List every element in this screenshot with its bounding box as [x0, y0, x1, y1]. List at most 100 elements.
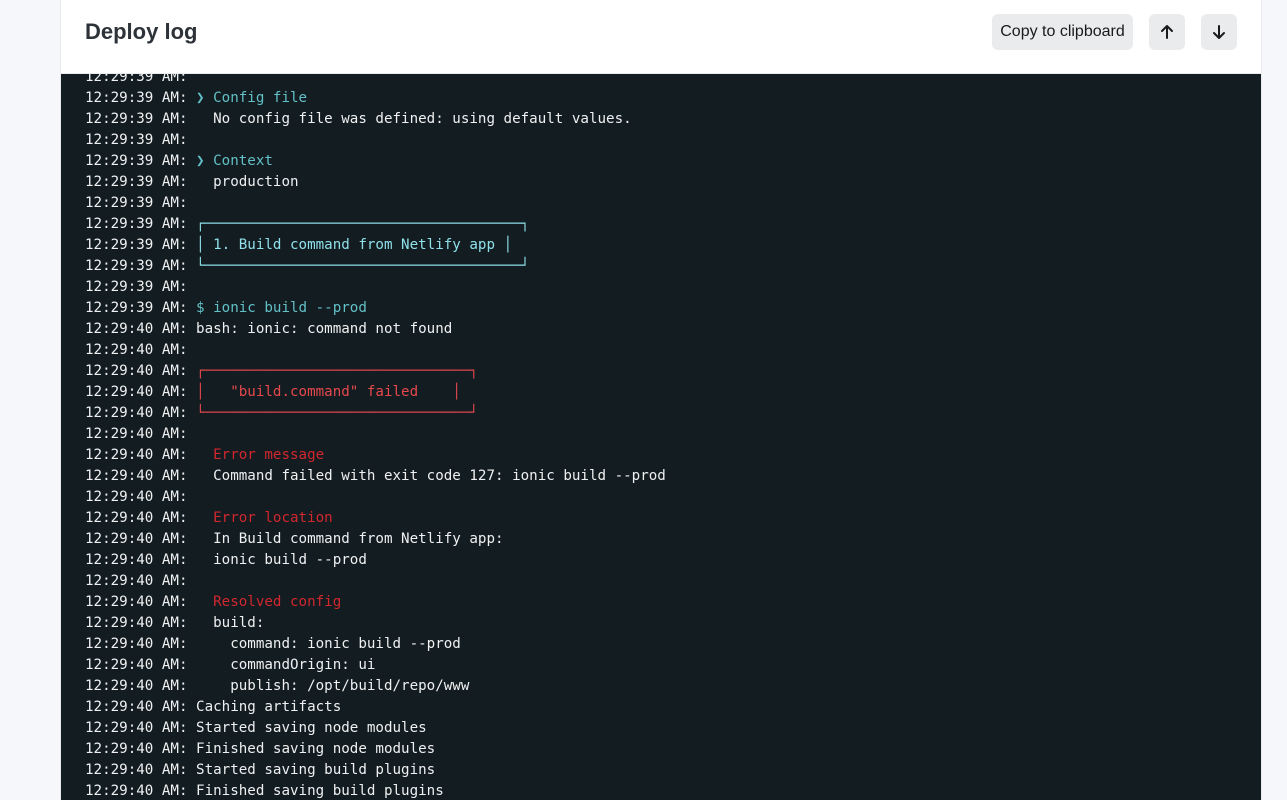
log-timestamp: 12:29:39 AM: [85, 90, 188, 106]
log-line: 12:29:40 AM: build: [85, 613, 666, 634]
log-timestamp: 12:29:39 AM: [85, 216, 188, 232]
log-timestamp: 12:29:40 AM: [85, 510, 188, 526]
log-line: 12:29:40 AM: publish: /opt/build/repo/ww… [85, 676, 666, 697]
log-message: Finished saving node modules [196, 741, 436, 757]
log-message: Finished saving build plugins [196, 783, 444, 799]
log-line: 12:29:40 AM: [85, 487, 666, 508]
log-timestamp: 12:29:40 AM: [85, 720, 188, 736]
log-message: ❯ Config file [196, 90, 308, 106]
log-timestamp: 12:29:40 AM: [85, 384, 188, 400]
log-timestamp: 12:29:40 AM: [85, 762, 188, 778]
log-line: 12:29:39 AM: production [85, 172, 666, 193]
log-line: 12:29:40 AM: ┌──────────────────────────… [85, 361, 666, 382]
log-message: In Build command from Netlify app: [196, 531, 504, 547]
log-line: 12:29:40 AM: Command failed with exit co… [85, 466, 666, 487]
log-timestamp: 12:29:39 AM: [85, 132, 188, 148]
log-line: 12:29:40 AM: ionic build --prod [85, 550, 666, 571]
log-line: 12:29:39 AM: ┌──────────────────────────… [85, 214, 666, 235]
log-line: 12:29:40 AM: Caching artifacts [85, 697, 666, 718]
log-message: No config file was defined: using defaul… [196, 111, 632, 127]
log-terminal[interactable]: 12:29:39 AM: 12:29:39 AM: ❯ Config file 1… [61, 74, 1261, 800]
log-line: 12:29:40 AM: │ "build.command" failed │ [85, 382, 666, 403]
log-message: │ "build.command" failed │ [196, 384, 461, 400]
log-line: 12:29:40 AM: [85, 340, 666, 361]
log-message: Command failed with exit code 127: ionic… [196, 468, 666, 484]
arrow-down-icon [1213, 25, 1225, 39]
log-timestamp: 12:29:39 AM: [85, 258, 188, 274]
log-timestamp: 12:29:40 AM: [85, 405, 188, 421]
log-timestamp: 12:29:40 AM: [85, 741, 188, 757]
log-timestamp: 12:29:40 AM: [85, 489, 188, 505]
log-timestamp: 12:29:40 AM: [85, 363, 188, 379]
log-line: 12:29:40 AM: Finished saving build plugi… [85, 781, 666, 800]
log-line: 12:29:39 AM: [85, 74, 666, 88]
log-line: 12:29:39 AM: [85, 277, 666, 298]
log-line: 12:29:40 AM: command: ionic build --prod [85, 634, 666, 655]
log-line: 12:29:39 AM: No config file was defined:… [85, 109, 666, 130]
arrow-up-icon [1161, 25, 1173, 39]
log-line: 12:29:40 AM: Error message [85, 445, 666, 466]
log-timestamp: 12:29:39 AM: [85, 174, 188, 190]
log-timestamp: 12:29:40 AM: [85, 447, 188, 463]
log-timestamp: 12:29:40 AM: [85, 678, 188, 694]
log-message: command: ionic build --prod [196, 636, 461, 652]
log-message: bash: ionic: command not found [196, 321, 453, 337]
log-line: 12:29:40 AM: Started saving build plugin… [85, 760, 666, 781]
log-message: $ ionic build --prod [196, 300, 367, 316]
log-timestamp: 12:29:40 AM: [85, 426, 188, 442]
deploy-log-header: Deploy log Copy to clipboard [61, 0, 1261, 74]
log-message: ┌─────────────────────────────────────┐ [196, 216, 530, 232]
log-message: ❯ Context [196, 153, 273, 169]
log-message: build: [196, 615, 265, 631]
log-message: └─────────────────────────────────────┘ [196, 258, 530, 274]
log-timestamp: 12:29:39 AM: [85, 237, 188, 253]
log-message: publish: /opt/build/repo/www [196, 678, 470, 694]
log-line: 12:29:39 AM: └──────────────────────────… [85, 256, 666, 277]
log-timestamp: 12:29:39 AM: [85, 74, 188, 85]
log-timestamp: 12:29:40 AM: [85, 783, 188, 799]
log-line: 12:29:40 AM: Started saving node modules [85, 718, 666, 739]
log-line: 12:29:40 AM: bash: ionic: command not fo… [85, 319, 666, 340]
page-title: Deploy log [85, 19, 198, 44]
log-line: 12:29:40 AM: [85, 424, 666, 445]
log-message: │ 1. Build command from Netlify app │ [196, 237, 513, 253]
log-timestamp: 12:29:39 AM: [85, 300, 188, 316]
log-line: 12:29:40 AM: Resolved config [85, 592, 666, 613]
log-line: 12:29:39 AM: ❯ Config file [85, 88, 666, 109]
log-line: 12:29:40 AM: └──────────────────────────… [85, 403, 666, 424]
log-message: Error message [196, 447, 325, 463]
log-timestamp: 12:29:40 AM: [85, 657, 188, 673]
log-line: 12:29:39 AM: $ ionic build --prod [85, 298, 666, 319]
log-timestamp: 12:29:39 AM: [85, 153, 188, 169]
log-timestamp: 12:29:40 AM: [85, 531, 188, 547]
log-timestamp: 12:29:40 AM: [85, 321, 188, 337]
log-message: commandOrigin: ui [196, 657, 376, 673]
log-timestamp: 12:29:40 AM: [85, 615, 188, 631]
copy-to-clipboard-button[interactable]: Copy to clipboard [992, 14, 1133, 50]
log-timestamp: 12:29:39 AM: [85, 279, 188, 295]
log-message: ionic build --prod [196, 552, 367, 568]
log-line: 12:29:39 AM: [85, 130, 666, 151]
scroll-to-bottom-button[interactable] [1201, 14, 1237, 50]
log-message: production [196, 174, 299, 190]
log-message: Started saving build plugins [196, 762, 436, 778]
log-line: 12:29:40 AM: commandOrigin: ui [85, 655, 666, 676]
log-timestamp: 12:29:39 AM: [85, 195, 188, 211]
log-line: 12:29:40 AM: [85, 571, 666, 592]
log-message: ┌───────────────────────────────┐ [196, 363, 478, 379]
log-lines: 12:29:39 AM: 12:29:39 AM: ❯ Config file 1… [85, 74, 666, 800]
log-timestamp: 12:29:40 AM: [85, 342, 188, 358]
log-timestamp: 12:29:40 AM: [85, 636, 188, 652]
log-timestamp: 12:29:40 AM: [85, 594, 188, 610]
log-message: Resolved config [196, 594, 342, 610]
log-timestamp: 12:29:40 AM: [85, 552, 188, 568]
deploy-log-panel: Deploy log Copy to clipboard 12:29:39 AM… [61, 0, 1261, 800]
log-line: 12:29:39 AM: [85, 193, 666, 214]
log-message: Caching artifacts [196, 699, 342, 715]
log-message: Started saving node modules [196, 720, 427, 736]
log-timestamp: 12:29:40 AM: [85, 699, 188, 715]
log-message: └───────────────────────────────┘ [196, 405, 478, 421]
log-line: 12:29:40 AM: Finished saving node module… [85, 739, 666, 760]
log-line: 12:29:40 AM: Error location [85, 508, 666, 529]
scroll-to-top-button[interactable] [1149, 14, 1185, 50]
